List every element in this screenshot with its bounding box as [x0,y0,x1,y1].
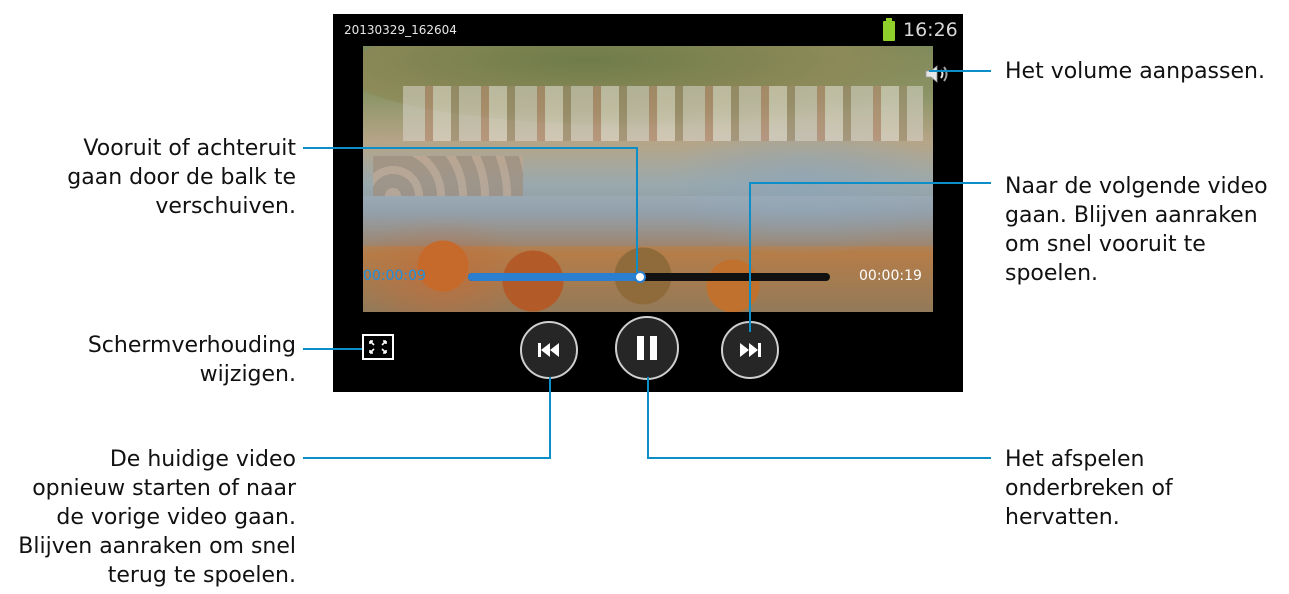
callout-next-line-1: Naar de volgende video [1005,174,1268,199]
callout-seek-line-2: gaan door de balk te [67,165,296,190]
callout-next: Naar de volgende video gaan. Blijven aan… [1005,172,1287,288]
callout-next-line-4: spoelen. [1005,261,1099,286]
callout-line-previous [303,377,551,459]
callout-pause-line-2: onderbreken of [1005,476,1173,501]
callout-volume: Het volume aanpassen. [1005,57,1285,86]
callout-next-line-3: om snel vooruit te [1005,232,1206,257]
callout-next-line-2: gaan. Blijven aanraken [1005,203,1258,228]
callout-aspect: Schermverhouding wijzigen. [20,331,296,389]
callout-previous-line-5: terug te spoelen. [107,563,296,588]
callout-line-pause [647,377,991,459]
callout-seek-line-1: Vooruit of achteruit [83,136,296,161]
callout-line-seek [303,147,638,272]
callout-aspect-line-1: Schermverhouding [87,333,296,358]
callout-previous-line-2: opnieuw starten of naar [32,476,296,501]
callout-pause: Het afspelen onderbreken of hervatten. [1005,445,1285,532]
callout-seek: Vooruit of achteruit gaan door de balk t… [20,134,296,221]
callout-pause-line-1: Het afspelen [1005,447,1145,472]
callout-volume-text: Het volume aanpassen. [1005,59,1265,84]
callout-seek-line-3: verschuiven. [155,194,296,219]
callout-previous: De huidige video opnieuw starten of naar… [0,445,296,590]
callout-pause-line-3: hervatten. [1005,505,1120,530]
callout-previous-line-3: de vorige video gaan. [56,505,296,530]
callout-aspect-line-2: wijzigen. [199,362,296,387]
callout-previous-line-4: Blijven aanraken om snel [18,534,296,559]
callout-line-next [749,182,991,332]
callout-previous-line-1: De huidige video [109,447,296,472]
